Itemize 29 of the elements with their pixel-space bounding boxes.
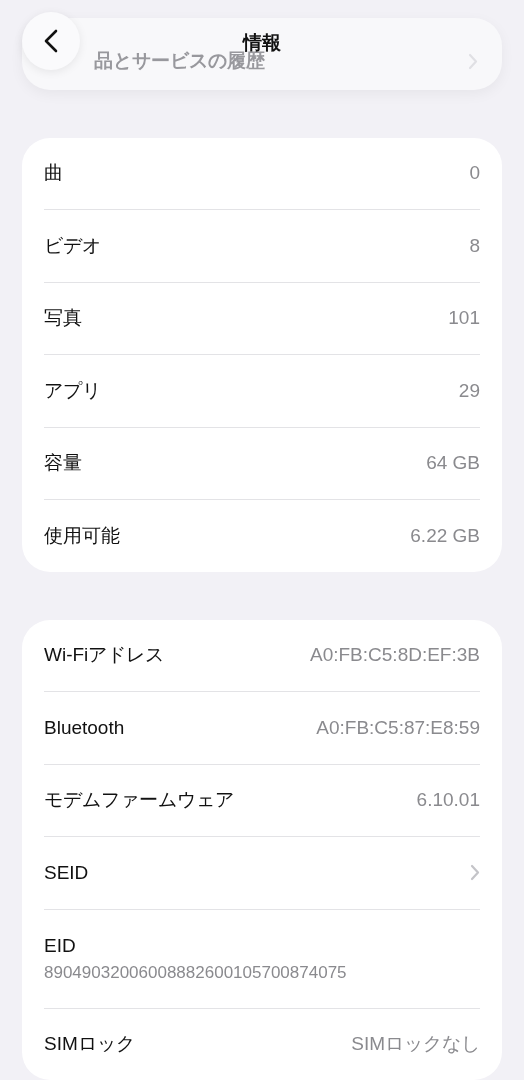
row-value: A0:FB:C5:8D:EF:3B [310,644,480,667]
row-label: Wi-Fiアドレス [44,643,165,668]
row-value: 64 GB [426,452,480,475]
row-label: アプリ [44,378,101,403]
row-value: A0:FB:C5:87:E8:59 [316,716,480,739]
row-value: 89049032006008882600105700874075 [44,962,348,983]
row-label: 使用可能 [44,523,120,548]
page-title: 情報 [243,31,281,53]
row-label: 容量 [44,451,82,476]
row-value: SIMロックなし [351,1032,480,1057]
chevron-icon [470,864,480,882]
row-value: 6.10.01 [416,789,480,812]
row-label: 曲 [44,161,63,186]
row-label: モデムファームウェア [44,788,234,813]
row-value: 8 [469,234,480,257]
row-label: SIMロック [44,1032,135,1057]
row-label: EID [44,934,77,957]
row-value: 101 [448,307,480,330]
row-label: 品とサービスの履歴 [94,50,265,73]
row-label: 写真 [44,306,82,331]
list-row[interactable]: SEID [44,836,480,909]
row-value: 6.22 GB [410,524,480,547]
row-label: Bluetooth [44,716,125,739]
row-label: SEID [44,861,89,884]
row-label: ビデオ [44,233,101,258]
chevron-icon [468,52,478,70]
row-value: 0 [469,162,480,185]
back-icon [44,29,58,53]
row-value: 29 [458,379,480,402]
